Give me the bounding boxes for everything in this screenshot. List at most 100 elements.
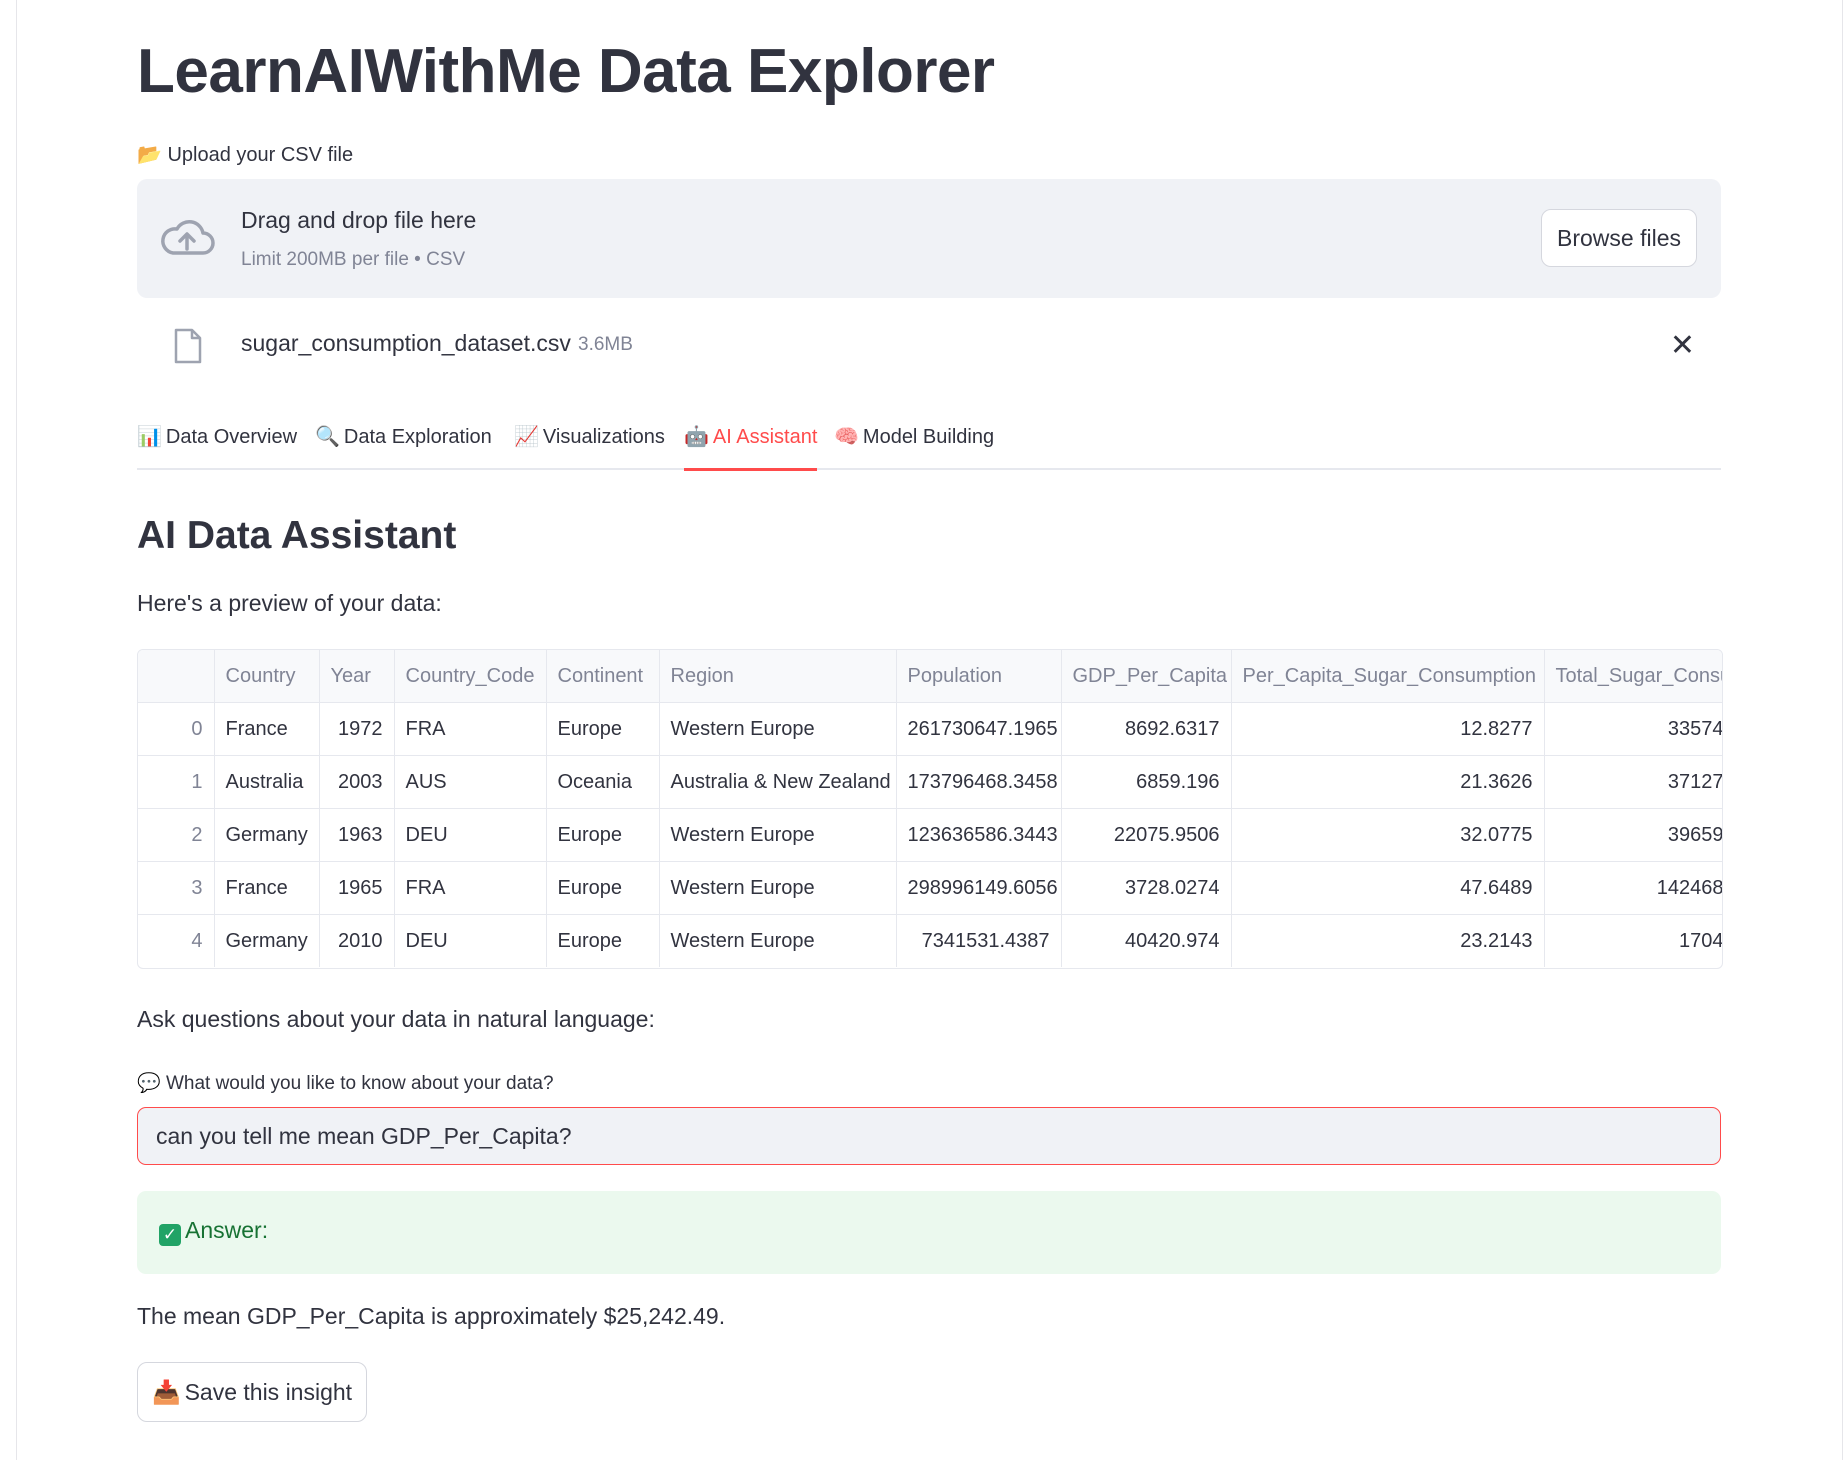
data-table: Country Year Country_Code Continent Regi…	[138, 650, 1722, 967]
answer-label: ✓ Answer:	[159, 1217, 268, 1246]
drop-limit: Limit 200MB per file • CSV	[241, 249, 466, 270]
table-cell: 173796468.3458	[896, 755, 1062, 809]
uploaded-file: sugar_consumption_dataset.csv 3.6MB ✕	[137, 320, 1721, 370]
table-header-row: Country Year Country_Code Continent Regi…	[138, 650, 1722, 703]
file-size: 3.6MB	[578, 334, 633, 355]
save-insight-button[interactable]: 📥 Save this insight	[137, 1362, 367, 1422]
column-header[interactable]: Year	[319, 650, 395, 703]
table-cell: FRA	[394, 702, 547, 756]
table-cell: Western Europe	[659, 861, 897, 915]
tab-label: Visualizations	[542, 426, 665, 448]
table-cell: Germany	[214, 914, 320, 967]
column-header	[138, 650, 215, 703]
table-row: 3 France 1965 FRA Europe Western Europe …	[138, 861, 1722, 915]
table-row: 1 Australia 2003 AUS Oceania Australia &…	[138, 755, 1722, 809]
robot-icon: 🤖	[684, 426, 709, 448]
close-icon[interactable]: ✕	[1670, 328, 1695, 363]
brain-icon: 🧠	[834, 426, 859, 448]
tab-data-overview[interactable]: 📊 Data Overview	[137, 424, 297, 468]
table-cell: DEU	[394, 914, 547, 967]
left-border	[16, 0, 17, 1460]
tab-label: Data Exploration	[343, 426, 492, 448]
table-cell: 23.2143	[1231, 914, 1545, 967]
upload-label: 📂 Upload your CSV file	[137, 142, 353, 167]
table-cell: France	[214, 861, 320, 915]
tab-label: Data Overview	[165, 426, 298, 448]
tab-model-building[interactable]: 🧠 Model Building	[834, 424, 994, 468]
table-cell: 1972	[319, 702, 395, 756]
table-cell: FRA	[394, 861, 547, 915]
table-cell: 47.6489	[1231, 861, 1545, 915]
tab-label: AI Assistant	[712, 426, 818, 448]
table-cell: Australia & New Zealand	[659, 755, 897, 809]
column-header[interactable]: Country	[214, 650, 320, 703]
tab-data-exploration[interactable]: 🔍 Data Exploration	[315, 424, 492, 468]
file-name: sugar_consumption_dataset.csv	[241, 330, 571, 356]
speech-bubble-icon: 💬	[137, 1073, 161, 1094]
table-cell: 22075.9506	[1061, 808, 1232, 862]
section-title: AI Data Assistant	[137, 514, 457, 557]
check-mark-icon: ✓	[159, 1224, 181, 1246]
table-cell: 8692.6317	[1061, 702, 1232, 756]
preview-text: Here's a preview of your data:	[137, 590, 442, 616]
column-header[interactable]: GDP_Per_Capita	[1061, 650, 1232, 703]
table-cell: Western Europe	[659, 702, 897, 756]
table-cell: Europe	[546, 808, 660, 862]
table-cell: 1963	[319, 808, 395, 862]
row-index: 3	[138, 861, 215, 915]
column-header[interactable]: Total_Sugar_Consu	[1544, 650, 1722, 703]
table-cell: Germany	[214, 808, 320, 862]
table-cell: 142468	[1544, 861, 1722, 915]
question-input[interactable]	[137, 1107, 1721, 1165]
answer-text: The mean GDP_Per_Capita is approximately…	[137, 1303, 726, 1329]
table-cell: AUS	[394, 755, 547, 809]
folder-icon: 📂	[137, 144, 162, 166]
tab-ai-assistant[interactable]: 🤖 AI Assistant	[684, 424, 818, 471]
tab-label: Model Building	[862, 426, 995, 448]
row-index: 2	[138, 808, 215, 862]
table-cell: 123636586.3443	[896, 808, 1062, 862]
question-label-text: What would you like to know about your d…	[165, 1073, 554, 1094]
bar-chart-icon: 📊	[137, 426, 162, 448]
table-cell: 1704	[1544, 914, 1722, 967]
data-preview-table[interactable]: Country Year Country_Code Continent Regi…	[137, 649, 1723, 969]
file-dropzone[interactable]: Drag and drop file here Limit 200MB per …	[137, 179, 1721, 298]
column-header[interactable]: Continent	[546, 650, 660, 703]
browse-files-button[interactable]: Browse files	[1541, 209, 1697, 267]
table-cell: Europe	[546, 861, 660, 915]
table-cell: Australia	[214, 755, 320, 809]
column-header[interactable]: Region	[659, 650, 897, 703]
answer-alert: ✓ Answer:	[137, 1191, 1721, 1274]
table-cell: 2010	[319, 914, 395, 967]
line-chart-icon: 📈	[514, 426, 539, 448]
right-border	[1842, 0, 1843, 1460]
ask-instructions: Ask questions about your data in natural…	[137, 1006, 655, 1032]
magnifier-icon: 🔍	[315, 426, 340, 448]
table-cell: 21.3626	[1231, 755, 1545, 809]
table-cell: 7341531.4387	[896, 914, 1062, 967]
drop-title: Drag and drop file here	[241, 207, 477, 233]
row-index: 1	[138, 755, 215, 809]
table-cell: 37127	[1544, 755, 1722, 809]
table-cell: 1965	[319, 861, 395, 915]
column-header[interactable]: Country_Code	[394, 650, 547, 703]
table-cell: 39659	[1544, 808, 1722, 862]
tab-visualizations[interactable]: 📈 Visualizations	[514, 424, 665, 468]
table-row: 0 France 1972 FRA Europe Western Europe …	[138, 702, 1722, 756]
file-icon	[174, 328, 202, 364]
cloud-upload-icon	[161, 220, 215, 255]
table-cell: 6859.196	[1061, 755, 1232, 809]
table-cell: 261730647.1965	[896, 702, 1062, 756]
table-cell: 2003	[319, 755, 395, 809]
table-row: 4 Germany 2010 DEU Europe Western Europe…	[138, 914, 1722, 967]
table-cell: Oceania	[546, 755, 660, 809]
table-cell: DEU	[394, 808, 547, 862]
answer-label-text: Answer:	[185, 1217, 269, 1243]
upload-label-text: Upload your CSV file	[167, 144, 354, 166]
column-header[interactable]: Per_Capita_Sugar_Consumption	[1231, 650, 1545, 703]
page-title: LearnAIWithMe Data Explorer	[137, 37, 995, 106]
inbox-tray-icon: 📥	[151, 1378, 181, 1405]
table-cell: 40420.974	[1061, 914, 1232, 967]
column-header[interactable]: Population	[896, 650, 1062, 703]
table-cell: 12.8277	[1231, 702, 1545, 756]
